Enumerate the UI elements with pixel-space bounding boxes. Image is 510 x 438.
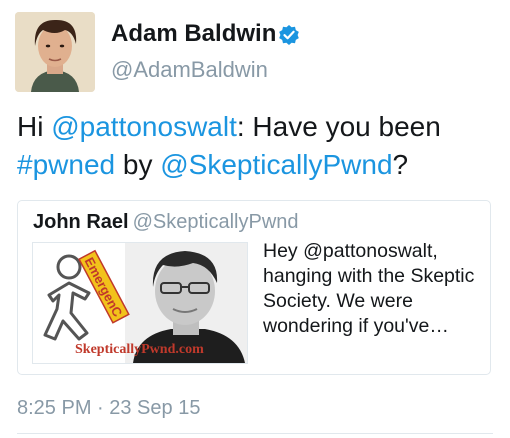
quoted-tweet-header: John Rael @SkepticallyPwnd: [33, 211, 299, 234]
hashtag-link-pwned[interactable]: #pwned: [17, 149, 115, 180]
quoted-author-handle: @SkepticallyPwnd: [132, 211, 299, 233]
quoted-author-name: John Rael: [33, 211, 129, 233]
tweet: Adam Baldwin @AdamBaldwin Hi @pattonoswa…: [0, 0, 510, 438]
avatar[interactable]: [15, 12, 95, 92]
avatar-portrait-icon: [15, 12, 95, 92]
quoted-tweet-image[interactable]: EmergenC SkepticallyPwnd.com: [32, 242, 248, 364]
tweet-text: Hi @pattonoswalt: Have you been #pwned by…: [17, 108, 497, 184]
verified-badge-icon: [279, 25, 299, 45]
image-watermark: SkepticallyPwnd.com: [75, 342, 204, 357]
tweet-text-segment: ?: [392, 149, 409, 180]
quoted-tweet-text: Hey @pattonoswalt, hanging with the Skep…: [263, 240, 475, 337]
tweet-text-segment: by: [115, 149, 161, 180]
mention-link-skepticallypwnd[interactable]: @SkepticallyPwnd: [160, 149, 392, 180]
quoted-tweet-card[interactable]: John Rael @SkepticallyPwnd EmergenC Skep…: [17, 200, 491, 375]
tweet-text-segment: Hi: [17, 111, 52, 142]
username[interactable]: @AdamBaldwin: [111, 57, 268, 83]
quoted-image-graphic: EmergenC SkepticallyPwnd.com: [33, 243, 247, 363]
divider: [17, 433, 493, 434]
tweet-timestamp[interactable]: 8:25 PM · 23 Sep 15: [17, 397, 200, 420]
mention-link-pattonoswalt[interactable]: @pattonoswalt: [51, 111, 237, 142]
tweet-text-segment: : Have you been: [236, 111, 441, 142]
display-name[interactable]: Adam Baldwin: [111, 20, 276, 48]
